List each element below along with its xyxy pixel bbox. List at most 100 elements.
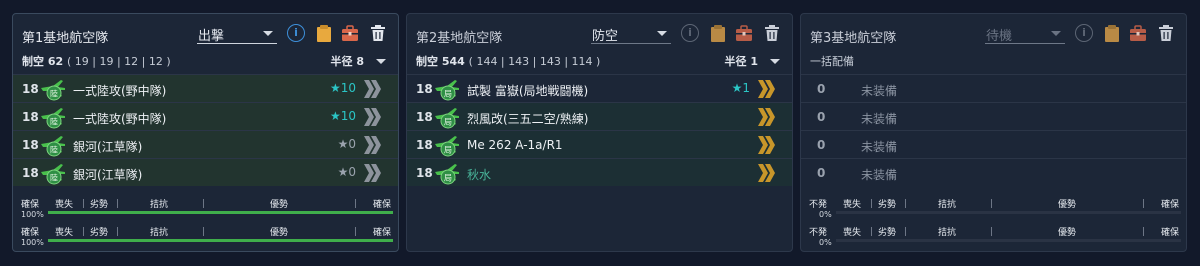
mode-select[interactable]: 待機 bbox=[985, 24, 1065, 44]
mode-select[interactable]: 出撃 bbox=[197, 24, 277, 44]
squadron-row[interactable]: 18 陸 一式陸攻(野中隊) ★10 bbox=[13, 102, 398, 130]
seg-label: 拮抗 bbox=[938, 200, 957, 210]
air-power-label: 制空 bbox=[22, 55, 44, 68]
divider bbox=[991, 227, 992, 236]
squadron-row[interactable]: 18 局 秋水 bbox=[407, 158, 792, 186]
air-state-bars: 不発 0% 喪失 劣勢 拮抗 優勢 確保 不発 0% 喪失 劣勢 拮抗 優勢 確… bbox=[801, 186, 1186, 251]
seg-label: 劣勢 bbox=[90, 228, 109, 238]
plane-icon: 陸 bbox=[41, 164, 65, 185]
air-power-value: 544 bbox=[441, 55, 465, 68]
divider bbox=[117, 199, 118, 208]
seg-label: 確保 bbox=[372, 228, 391, 238]
air-state-bar: 不発 0% 喪失 劣勢 拮抗 優勢 確保 bbox=[801, 224, 1186, 250]
seg-label: 拮抗 bbox=[938, 228, 957, 238]
svg-text:局: 局 bbox=[444, 118, 452, 127]
panel-header: 第3基地航空隊 待機 i bbox=[801, 14, 1186, 52]
squadron-row[interactable]: 18 局 試製 富嶽(局地戦闘機) ★1 bbox=[407, 74, 792, 102]
mode-value: 出撃 bbox=[198, 29, 225, 44]
trash-icon[interactable] bbox=[369, 24, 387, 42]
panel-header: 第1基地航空隊 出撃 i bbox=[13, 14, 398, 52]
squadron-row[interactable]: 18 陸 銀河(江草隊) ★0 bbox=[13, 130, 398, 158]
plane-count: 0 bbox=[817, 110, 826, 124]
svg-text:陸: 陸 bbox=[50, 173, 58, 183]
air-power-detail: ( 144 | 143 | 143 | 114 ) bbox=[468, 55, 601, 68]
divider bbox=[203, 227, 204, 236]
double-chevron-icon[interactable] bbox=[756, 79, 776, 99]
seg-label: 喪失 bbox=[843, 228, 862, 238]
radius-value: 1 bbox=[750, 55, 758, 68]
trash-icon[interactable] bbox=[763, 24, 781, 42]
equipment-name: 未装備 bbox=[861, 168, 898, 182]
info-icon[interactable]: i bbox=[287, 24, 305, 42]
divider bbox=[83, 199, 84, 208]
squadron-row[interactable]: 0 未装備 bbox=[801, 74, 1186, 102]
mode-value: 待機 bbox=[986, 29, 1013, 44]
squadron-row[interactable]: 18 陸 銀河(江草隊) ★0 bbox=[13, 158, 398, 186]
mode-select[interactable]: 防空 bbox=[591, 24, 671, 44]
panel-title: 第2基地航空隊 bbox=[416, 31, 503, 46]
equipment-name: Me 262 A-1a/R1 bbox=[467, 138, 563, 152]
toolbox-icon[interactable] bbox=[735, 24, 753, 42]
svg-text:局: 局 bbox=[444, 90, 452, 99]
double-chevron-icon[interactable] bbox=[362, 107, 382, 127]
plane-count: 0 bbox=[817, 166, 826, 180]
equipment-name: 未装備 bbox=[861, 140, 898, 154]
squadron-row[interactable]: 18 局 烈風改(三五二空/熟練) bbox=[407, 102, 792, 130]
squadron-row[interactable]: 0 未装備 bbox=[801, 158, 1186, 186]
clipboard-icon[interactable] bbox=[315, 24, 333, 42]
svg-text:陸: 陸 bbox=[50, 89, 58, 99]
radius: 半径 1 bbox=[725, 53, 759, 69]
info-icon[interactable]: i bbox=[681, 24, 699, 42]
divider bbox=[871, 199, 872, 208]
state-label: 不発 bbox=[809, 228, 828, 238]
air-power-value: 62 bbox=[47, 55, 64, 68]
chevron-down-icon[interactable] bbox=[376, 59, 386, 64]
seg-label: 劣勢 bbox=[878, 228, 897, 238]
plane-icon: 局 bbox=[435, 136, 459, 157]
squadron-row[interactable]: 0 未装備 bbox=[801, 130, 1186, 158]
seg-label: 確保 bbox=[1160, 228, 1179, 238]
progress-track bbox=[836, 211, 1181, 214]
plane-count: 18 bbox=[416, 110, 433, 124]
double-chevron-icon[interactable] bbox=[756, 163, 776, 183]
plane-count: 0 bbox=[817, 82, 826, 96]
air-state-bars: 確保 100% 喪失 劣勢 拮抗 優勢 確保 確保 100% 喪失 劣勢 拮抗 … bbox=[13, 186, 398, 251]
plane-icon: 陸 bbox=[41, 80, 65, 101]
squadron-list: 18 陸 一式陸攻(野中隊) ★10 18 陸 一式陸攻(野中隊) ★10 18… bbox=[13, 74, 398, 186]
plane-count: 18 bbox=[416, 166, 433, 180]
clipboard-icon[interactable] bbox=[709, 24, 727, 42]
svg-text:陸: 陸 bbox=[50, 117, 58, 127]
air-power: 制空 62 ( 19 | 19 | 12 | 12 ) bbox=[22, 53, 171, 69]
seg-label: 劣勢 bbox=[878, 200, 897, 210]
squadron-row[interactable]: 18 局 Me 262 A-1a/R1 bbox=[407, 130, 792, 158]
trash-icon[interactable] bbox=[1157, 24, 1175, 42]
double-chevron-icon[interactable] bbox=[362, 163, 382, 183]
double-chevron-icon[interactable] bbox=[362, 135, 382, 155]
info-icon[interactable]: i bbox=[1075, 24, 1093, 42]
double-chevron-icon[interactable] bbox=[756, 135, 776, 155]
double-chevron-icon[interactable] bbox=[756, 107, 776, 127]
equipment-name: 試製 富嶽(局地戦闘機) bbox=[467, 84, 589, 98]
squadron-list: 18 局 試製 富嶽(局地戦闘機) ★1 18 局 烈風改(三五二空/熟練) 1… bbox=[407, 74, 792, 186]
radius-value: 8 bbox=[356, 55, 364, 68]
chevron-down-icon[interactable] bbox=[770, 59, 780, 64]
clipboard-icon[interactable] bbox=[1103, 24, 1121, 42]
divider bbox=[83, 227, 84, 236]
state-percent: 0% bbox=[819, 210, 832, 219]
divider bbox=[905, 199, 906, 208]
double-chevron-icon[interactable] bbox=[362, 79, 382, 99]
progress-track bbox=[836, 239, 1181, 242]
panel-title: 第1基地航空隊 bbox=[22, 31, 109, 46]
seg-label: 拮抗 bbox=[150, 200, 169, 210]
toolbox-icon[interactable] bbox=[1129, 24, 1147, 42]
squadron-row[interactable]: 18 陸 一式陸攻(野中隊) ★10 bbox=[13, 74, 398, 102]
equipment-name: 銀河(江草隊) bbox=[73, 168, 143, 182]
toolbox-icon[interactable] bbox=[341, 24, 359, 42]
batch-equip-link[interactable]: 一括配備 bbox=[810, 53, 854, 69]
equipment-name: 一式陸攻(野中隊) bbox=[73, 112, 167, 126]
squadron-row[interactable]: 0 未装備 bbox=[801, 102, 1186, 130]
plane-icon: 局 bbox=[435, 80, 459, 101]
divider bbox=[117, 227, 118, 236]
divider bbox=[1143, 199, 1144, 208]
progress-track bbox=[48, 239, 393, 242]
